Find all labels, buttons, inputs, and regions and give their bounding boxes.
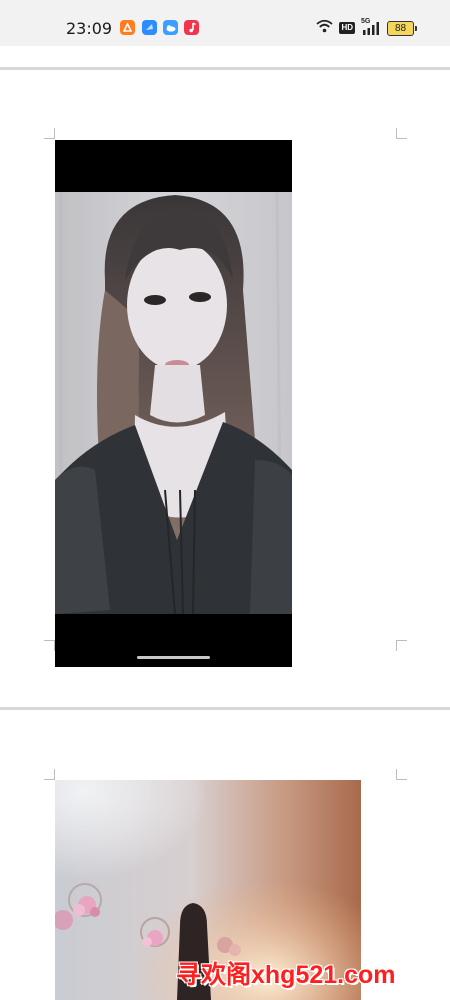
portrait-photo[interactable]	[55, 140, 292, 667]
watermark-text: 寻欢阁xhg521.com	[176, 961, 396, 989]
crop-mark	[396, 128, 407, 139]
photo-content	[55, 191, 292, 659]
blue-app-icon	[142, 20, 157, 35]
crop-mark	[44, 769, 55, 780]
status-bar: 23:09 HD 5G 88	[0, 0, 450, 46]
crop-mark	[44, 128, 55, 139]
crop-mark	[396, 640, 407, 651]
battery-icon: 88	[387, 20, 417, 36]
crop-mark	[44, 640, 55, 651]
wifi-icon	[316, 19, 334, 38]
hd-icon: HD	[339, 22, 355, 34]
signal-icon: 5G	[361, 18, 381, 36]
orange-app-icon	[120, 20, 135, 35]
document-page[interactable]	[0, 70, 450, 707]
weather-app-icon	[163, 20, 178, 35]
crop-mark	[396, 769, 407, 780]
status-icons: HD 5G 88	[316, 18, 417, 38]
status-time: 23:09	[66, 19, 113, 38]
music-app-icon	[184, 20, 199, 35]
